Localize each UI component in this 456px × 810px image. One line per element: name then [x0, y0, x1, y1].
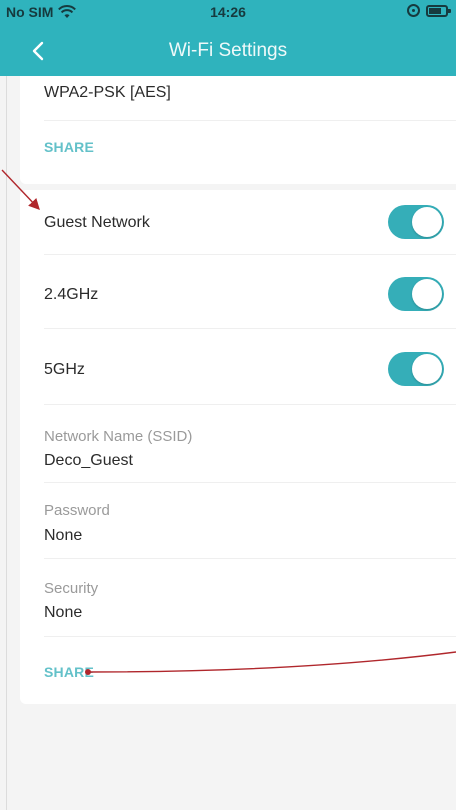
guest-share-button[interactable]: SHARE — [44, 664, 94, 680]
status-time: 14:26 — [210, 4, 246, 20]
band-5ghz-label: 5GHz — [44, 361, 85, 378]
page-title: Wi-Fi Settings — [168, 40, 288, 61]
band-2-4ghz-toggle[interactable] — [388, 277, 444, 311]
toggle-knob — [412, 207, 442, 237]
security-label: Security — [44, 580, 99, 597]
divider — [44, 120, 456, 121]
divider — [44, 254, 456, 255]
divider — [44, 558, 456, 559]
left-edge-line — [6, 0, 7, 810]
app-header: No SIM 14:26 Wi-Fi Settings — [0, 0, 456, 76]
main-network-card: WPA2-PSK [AES] SHARE — [20, 76, 456, 184]
share-button[interactable]: SHARE — [44, 139, 94, 155]
password-value[interactable]: None — [44, 527, 82, 545]
divider — [44, 404, 456, 405]
divider — [44, 482, 456, 483]
divider — [44, 328, 456, 329]
phone-screen: No SIM 14:26 Wi-Fi Settings WPA2-PSK [AE… — [0, 0, 456, 810]
password-label: Password — [44, 502, 110, 519]
status-bar: No SIM 14:26 — [0, 0, 456, 24]
divider — [44, 636, 456, 637]
band-5ghz-toggle[interactable] — [388, 352, 444, 386]
status-right — [407, 4, 451, 17]
band-2-4ghz-label: 2.4GHz — [44, 286, 99, 303]
security-field-value[interactable]: None — [44, 604, 82, 622]
guest-network-label: Guest Network — [44, 214, 150, 231]
ssid-value[interactable]: Deco_Guest — [44, 452, 133, 470]
toggle-knob — [412, 279, 442, 309]
battery-icon — [426, 4, 451, 17]
nav-bar: Wi-Fi Settings — [0, 28, 456, 72]
security-value: WPA2-PSK [AES] — [44, 84, 171, 101]
guest-network-card: Guest Network 2.4GHz 5GHz Network Name (… — [20, 190, 456, 704]
ssid-label: Network Name (SSID) — [44, 428, 193, 445]
lock-rotation-icon — [407, 4, 420, 17]
guest-network-toggle[interactable] — [388, 205, 444, 239]
toggle-knob — [412, 354, 442, 384]
